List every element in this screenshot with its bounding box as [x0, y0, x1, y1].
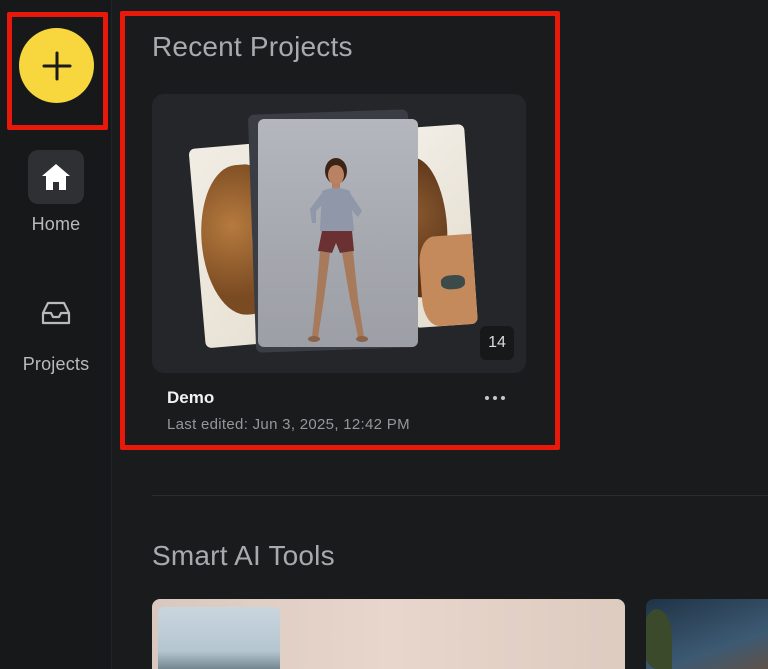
project-name: Demo	[167, 388, 215, 407]
inbox-tray-icon	[41, 301, 71, 325]
ai-tool-card[interactable]	[646, 599, 768, 669]
ai-tool-preview-image	[646, 609, 672, 669]
smart-ai-tools-title: Smart AI Tools	[152, 540, 335, 571]
ai-tool-card[interactable]	[152, 599, 625, 669]
sidebar-item-projects-icon-wrap	[28, 286, 84, 340]
project-cover-thumbnail	[258, 119, 418, 347]
sidebar-item-home-icon-wrap	[28, 150, 84, 204]
home-icon	[42, 164, 70, 190]
ai-tool-preview-image	[158, 607, 280, 669]
more-dots-icon	[485, 396, 489, 400]
sidebar-item-label: Home	[31, 214, 81, 234]
plus-icon	[42, 51, 71, 80]
section-divider	[152, 495, 768, 496]
app-window: Home Projects Recent Projects 14 Demo La…	[0, 0, 768, 669]
project-last-edited: Last edited: Jun 3, 2025, 12:42 PM	[167, 416, 410, 433]
sidebar-item-label: Projects	[22, 354, 90, 374]
sidebar-item-projects[interactable]: Projects	[0, 286, 112, 375]
add-project-button[interactable]	[19, 28, 94, 103]
model-figure	[308, 158, 368, 342]
main-content: Recent Projects 14 Demo Last edited: Jun…	[113, 0, 768, 669]
project-more-options-button[interactable]	[478, 386, 512, 410]
sidebar: Home Projects	[0, 0, 112, 669]
sidebar-item-home[interactable]: Home	[0, 150, 112, 235]
recent-projects-title: Recent Projects	[152, 31, 353, 62]
project-card[interactable]: 14	[152, 94, 526, 373]
image-count-badge: 14	[480, 326, 514, 360]
